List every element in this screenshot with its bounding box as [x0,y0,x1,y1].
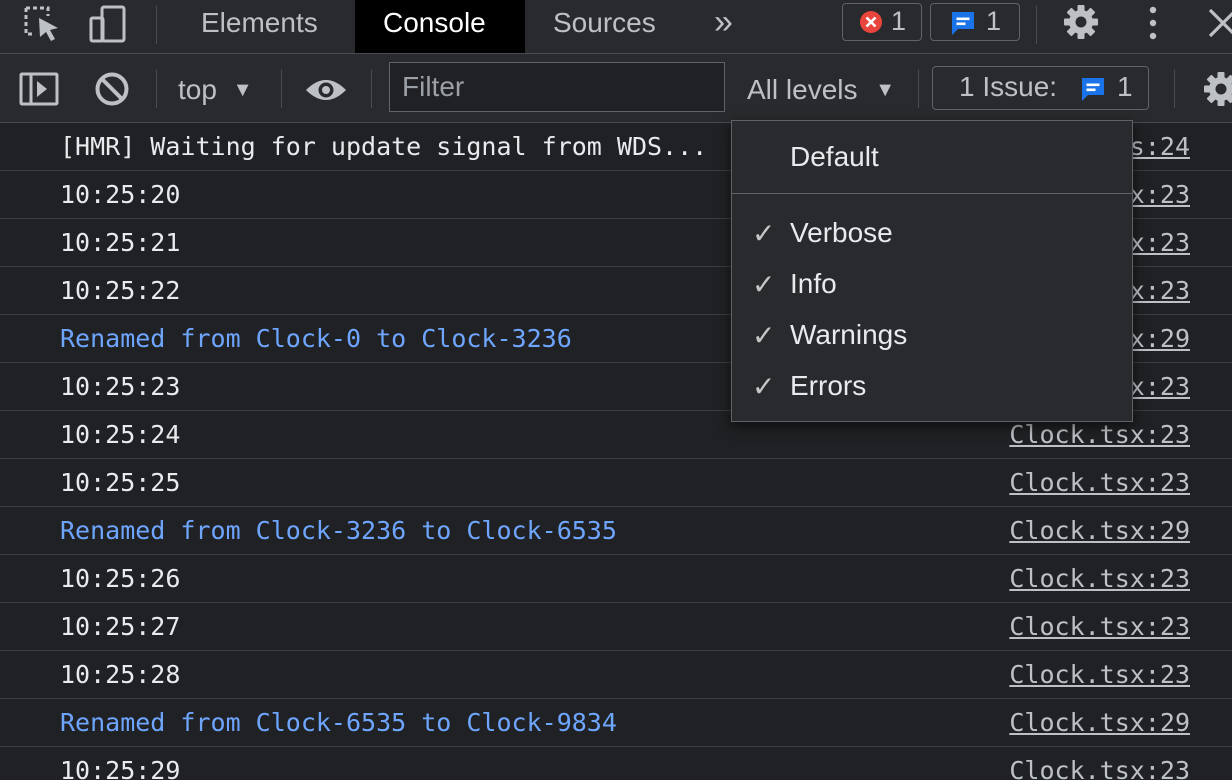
device-toolbar-icon[interactable] [88,4,128,44]
source-link[interactable]: Clock.tsx:23 [1009,468,1190,497]
menu-item-label: Info [790,268,837,299]
menu-item-verbose[interactable]: ✓ Verbose [732,211,1132,257]
close-icon[interactable] [1206,6,1232,40]
log-levels-label: All levels [747,74,858,105]
console-message-row: 10:25:27 Clock.tsx:23 [0,603,1232,651]
console-message-row: 10:25:25 Clock.tsx:23 [0,459,1232,507]
divider [281,70,282,108]
source-link[interactable]: Clock.tsx:23 [1009,564,1190,593]
menu-divider [732,193,1132,194]
menu-item-info[interactable]: ✓ Info [732,262,1132,308]
log-levels-menu: Default ✓ Verbose ✓ Info ✓ Warnings ✓ Er… [731,120,1133,422]
source-link[interactable]: Clock.tsx:23 [1009,612,1190,641]
filter-input[interactable] [389,62,725,112]
issue-message-icon [1079,75,1107,103]
devtools-tab-bar: Elements Console Sources » 1 1 [0,0,1232,54]
console-message-text: 10:25:20 [60,180,181,209]
source-link[interactable]: Clock.tsx:29 [1009,516,1190,545]
console-message-text: Renamed from Clock-0 to Clock-3236 [60,324,572,353]
eye-icon[interactable] [304,76,348,104]
error-count-badge[interactable]: 1 [842,3,922,41]
kebab-menu-icon[interactable] [1143,4,1163,42]
console-message-text: 10:25:24 [60,420,181,449]
console-message-row: 10:25:28 Clock.tsx:23 [0,651,1232,699]
console-message-text: 10:25:28 [60,660,181,689]
issues-button[interactable]: 1 Issue: 1 [932,66,1149,110]
console-message-text: 10:25:25 [60,468,181,497]
chevron-down-icon: ▼ [875,79,896,101]
console-message-text: 10:25:21 [60,228,181,257]
checkmark-icon: ✓ [752,320,776,351]
tab-console-label: Console [383,7,486,38]
console-message-text: 10:25:29 [60,756,181,780]
divider [918,70,919,108]
error-icon [859,10,883,34]
error-count: 1 [891,6,907,36]
console-message-row: Renamed from Clock-6535 to Clock-9834 Clo… [0,699,1232,747]
source-link[interactable]: Clock.tsx:23 [1009,756,1190,780]
tab-sources[interactable]: Sources [530,0,690,53]
divider [156,70,157,108]
tab-console[interactable]: Console [355,0,525,53]
message-count-badge[interactable]: 1 [930,3,1020,41]
issues-count: 1 [1117,71,1133,102]
context-selector[interactable]: top ▼ [178,70,253,110]
menu-item-errors[interactable]: ✓ Errors [732,364,1132,410]
tab-elements-label: Elements [201,7,318,38]
console-message-row: 10:25:26 Clock.tsx:23 [0,555,1232,603]
console-message-text: [HMR] Waiting for update signal from WDS… [60,132,708,161]
issues-label: 1 Issue: [959,71,1058,102]
more-tabs-chevron[interactable]: » [714,0,733,44]
console-message-text: 10:25:22 [60,276,181,305]
inspect-element-icon[interactable] [22,4,62,44]
source-link[interactable]: Clock.tsx:23 [1009,660,1190,689]
chevron-down-icon: ▼ [232,79,253,101]
source-link[interactable]: Clock.tsx:23 [1009,420,1190,449]
console-message-row: Renamed from Clock-3236 to Clock-6535 Clo… [0,507,1232,555]
menu-item-default[interactable]: Default [732,135,1132,181]
gear-icon[interactable] [1062,3,1100,41]
sidebar-toggle-icon[interactable] [19,72,59,106]
menu-item-label: Warnings [790,319,908,350]
checkmark-icon: ✓ [752,371,776,402]
divider [1036,6,1037,44]
console-message-text: Renamed from Clock-6535 to Clock-9834 [60,708,617,737]
tab-sources-label: Sources [553,7,656,38]
tab-elements[interactable]: Elements [177,0,347,53]
console-message-text: Renamed from Clock-3236 to Clock-6535 [60,516,617,545]
console-message-text: 10:25:27 [60,612,181,641]
log-levels-dropdown[interactable]: All levels ▼ [747,70,895,110]
console-settings-gear-icon[interactable] [1202,70,1232,108]
message-count: 1 [986,6,1002,36]
divider [371,70,372,108]
console-message-text: 10:25:23 [60,372,181,401]
clear-console-icon[interactable] [94,71,130,107]
menu-item-label: Default [790,141,879,172]
console-message-row: 10:25:29 Clock.tsx:23 [0,747,1232,780]
divider [1174,70,1175,108]
menu-item-label: Errors [790,370,867,401]
checkmark-icon: ✓ [752,269,776,300]
console-message-text: 10:25:26 [60,564,181,593]
menu-item-label: Verbose [790,217,893,248]
menu-item-warnings[interactable]: ✓ Warnings [732,313,1132,359]
checkmark-icon: ✓ [752,218,776,249]
divider [156,6,157,44]
context-selector-label: top [178,74,217,105]
source-link[interactable]: Clock.tsx:29 [1009,708,1190,737]
message-icon [949,9,977,37]
